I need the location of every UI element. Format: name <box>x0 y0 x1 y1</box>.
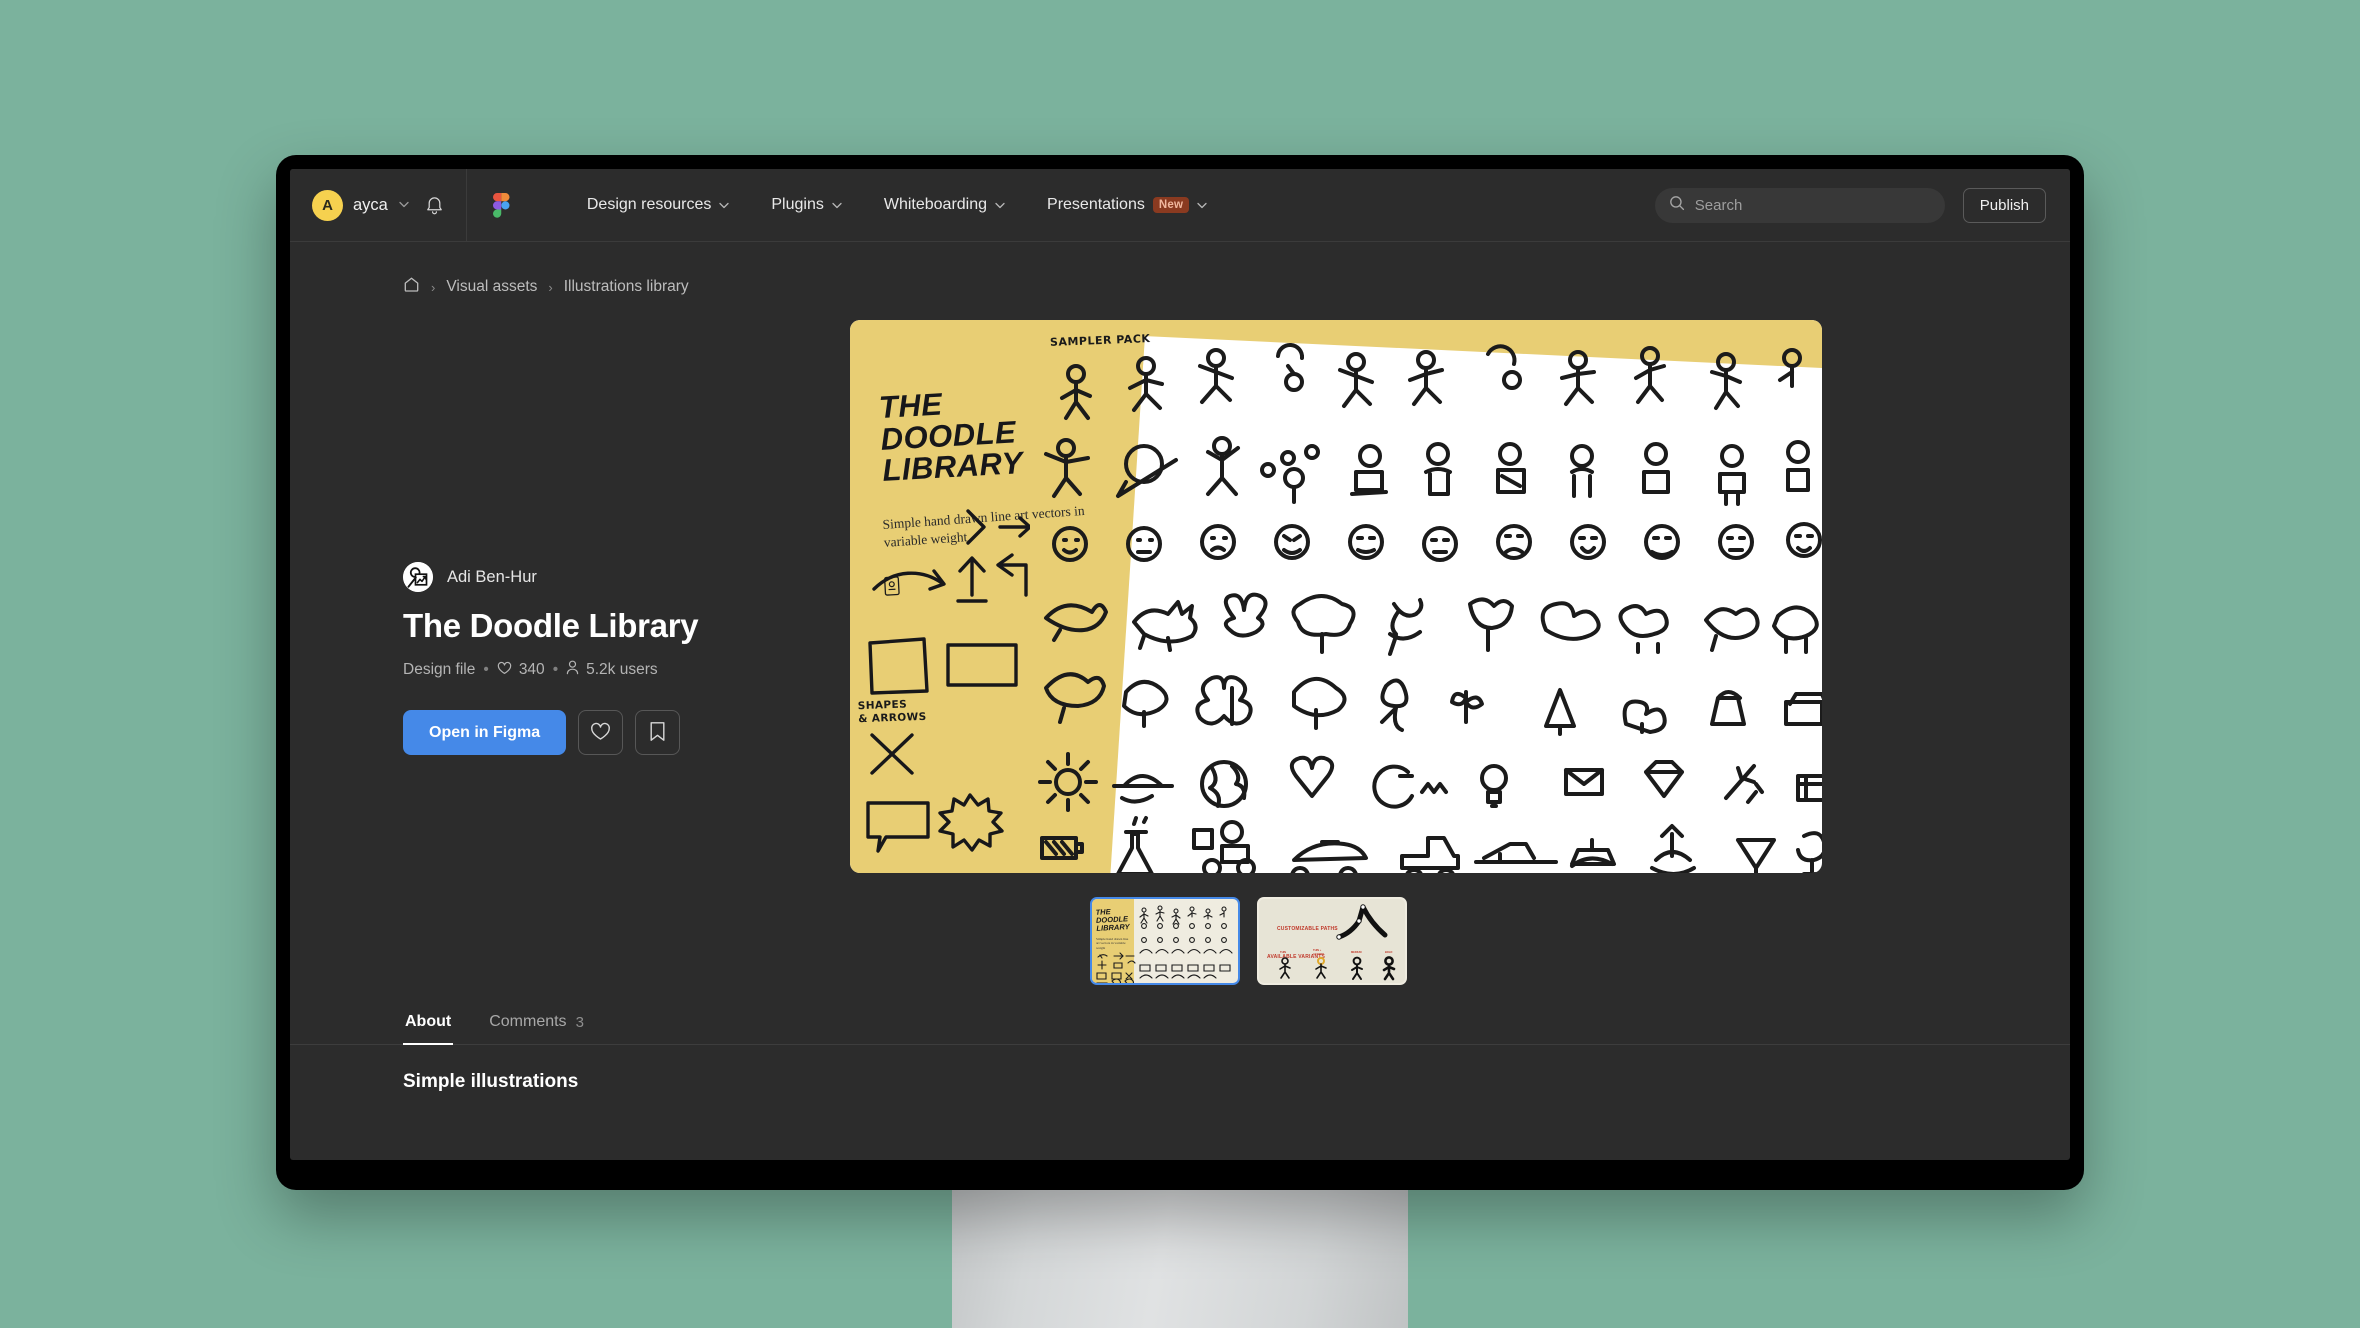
users-stat: 5.2k users <box>566 660 658 680</box>
users-count: 5.2k users <box>586 661 658 678</box>
meta-separator: • <box>483 661 489 678</box>
meta-separator: • <box>552 661 559 678</box>
variant-label: THIN + <box>1313 948 1322 952</box>
about-section-heading: Simple illustrations <box>403 1071 579 1092</box>
figma-logo-icon[interactable] <box>467 169 536 241</box>
breadcrumb-item-visual-assets[interactable]: Visual assets <box>446 278 537 296</box>
nav-left-group: A ayca Design resources Plugins Whiteboa… <box>290 169 1228 242</box>
breadcrumb-separator: › <box>431 279 436 295</box>
tab-comments-count: 3 <box>575 1013 584 1031</box>
chevron-down-icon <box>399 199 409 211</box>
nav-item-plugins[interactable]: Plugins <box>750 169 862 241</box>
tab-label: Comments <box>489 1013 567 1030</box>
bookmark-icon <box>649 721 666 745</box>
variant-label: BOLD <box>1385 950 1392 954</box>
preview-image[interactable]: THE DOODLE LIBRARY Simple hand drawn line … <box>850 320 1822 873</box>
tab-about[interactable]: About <box>403 1013 454 1045</box>
heart-icon <box>497 661 512 680</box>
tab-label: About <box>405 1013 452 1030</box>
variant-label: ACCENT <box>1313 952 1324 956</box>
account-menu[interactable]: A ayca <box>290 169 466 241</box>
preview-area: THE DOODLE LIBRARY Simple hand drawn line … <box>850 320 1822 985</box>
variant-label: MEDIUM <box>1351 950 1362 954</box>
heart-outline-icon <box>590 722 611 744</box>
resource-type-label: Design file <box>403 661 476 678</box>
author-name: Adi Ben-Hur <box>447 567 537 586</box>
chevron-down-icon <box>995 196 1005 214</box>
breadcrumb: › Visual assets › Illustrations library <box>290 242 2070 298</box>
thumbnail-customizable-paths[interactable]: CUSTOMIZABLE PATHS AVAILABLE VARIANTS TH… <box>1257 897 1407 985</box>
chevron-down-icon <box>832 196 842 214</box>
main-navigation: Design resources Plugins Whiteboarding P… <box>566 169 1228 241</box>
doodle-grid <box>1026 336 1822 873</box>
nav-item-label: Plugins <box>771 196 824 213</box>
author-avatar-icon <box>403 562 433 592</box>
likes-stat: 340 <box>497 661 545 680</box>
label-shapes-arrows: SHAPES & ARROWS <box>857 698 927 726</box>
thumbnail-content: THE DOODLE LIBRARY Simple hand drawn line … <box>1092 899 1238 983</box>
open-in-figma-button[interactable]: Open in Figma <box>403 710 567 755</box>
breadcrumb-item-illustrations-library[interactable]: Illustrations library <box>564 278 689 296</box>
action-buttons: Open in Figma <box>403 710 850 755</box>
monitor-bezel: A ayca Design resources Plugins Whiteboa… <box>276 155 2084 1190</box>
nav-item-label: Whiteboarding <box>883 196 988 213</box>
screen: A ayca Design resources Plugins Whiteboa… <box>290 169 2070 1160</box>
top-navigation-bar: A ayca Design resources Plugins Whiteboa… <box>290 169 2070 242</box>
nav-item-label: Presentations <box>1047 196 1145 213</box>
nav-item-presentations[interactable]: Presentations New <box>1026 169 1228 241</box>
publish-button[interactable]: Publish <box>1962 187 2046 223</box>
tabs-bar: About Comments 3 <box>290 1013 2070 1045</box>
chevron-down-icon <box>719 196 730 214</box>
home-icon[interactable] <box>403 276 420 298</box>
person-icon <box>566 660 579 680</box>
variant-label: THIN <box>1280 950 1286 954</box>
nav-item-whiteboarding[interactable]: Whiteboarding <box>863 169 1026 241</box>
account-name: ayca <box>353 195 388 214</box>
tab-comments[interactable]: Comments 3 <box>487 1013 586 1044</box>
page-title: The Doodle Library <box>403 607 699 644</box>
nav-item-design-resources[interactable]: Design resources <box>566 169 751 241</box>
thumbnail-strip: THE DOODLE LIBRARY Simple hand drawn line … <box>1090 897 1822 985</box>
badge-new: New <box>1152 197 1190 213</box>
thumbnail-cover-grid[interactable]: THE DOODLE LIBRARY Simple hand drawn line … <box>1090 897 1240 985</box>
resource-info-panel: Adi Ben-Hur The Doodle Library Design fi… <box>290 320 850 985</box>
save-bookmark-button[interactable] <box>635 710 681 755</box>
nav-right-group: Publish <box>1654 187 2046 223</box>
search-icon <box>1669 195 1685 216</box>
search-input[interactable] <box>1694 196 1931 214</box>
shapes-arrows-panel: SHAPES & ARROWS <box>850 503 1030 873</box>
bell-icon[interactable] <box>425 195 444 215</box>
monitor-stand <box>952 1185 1408 1328</box>
chevron-down-icon <box>1197 196 1207 214</box>
hero-section: Adi Ben-Hur The Doodle Library Design fi… <box>290 298 2070 985</box>
resource-meta: Design file • 340 • 5.2k users <box>403 660 850 680</box>
like-button[interactable] <box>578 710 624 755</box>
scene: A ayca Design resources Plugins Whiteboa… <box>0 0 2360 1328</box>
breadcrumb-separator: › <box>548 279 553 295</box>
search-box[interactable] <box>1654 187 1945 223</box>
thumbnail-content: CUSTOMIZABLE PATHS AVAILABLE VARIANTS TH… <box>1259 899 1405 983</box>
author-row[interactable]: Adi Ben-Hur <box>403 562 850 592</box>
page-content: › Visual assets › Illustrations library <box>290 242 2070 1160</box>
nav-item-label: Design resources <box>586 196 712 213</box>
likes-count: 340 <box>518 661 545 678</box>
avatar: A <box>312 189 343 221</box>
